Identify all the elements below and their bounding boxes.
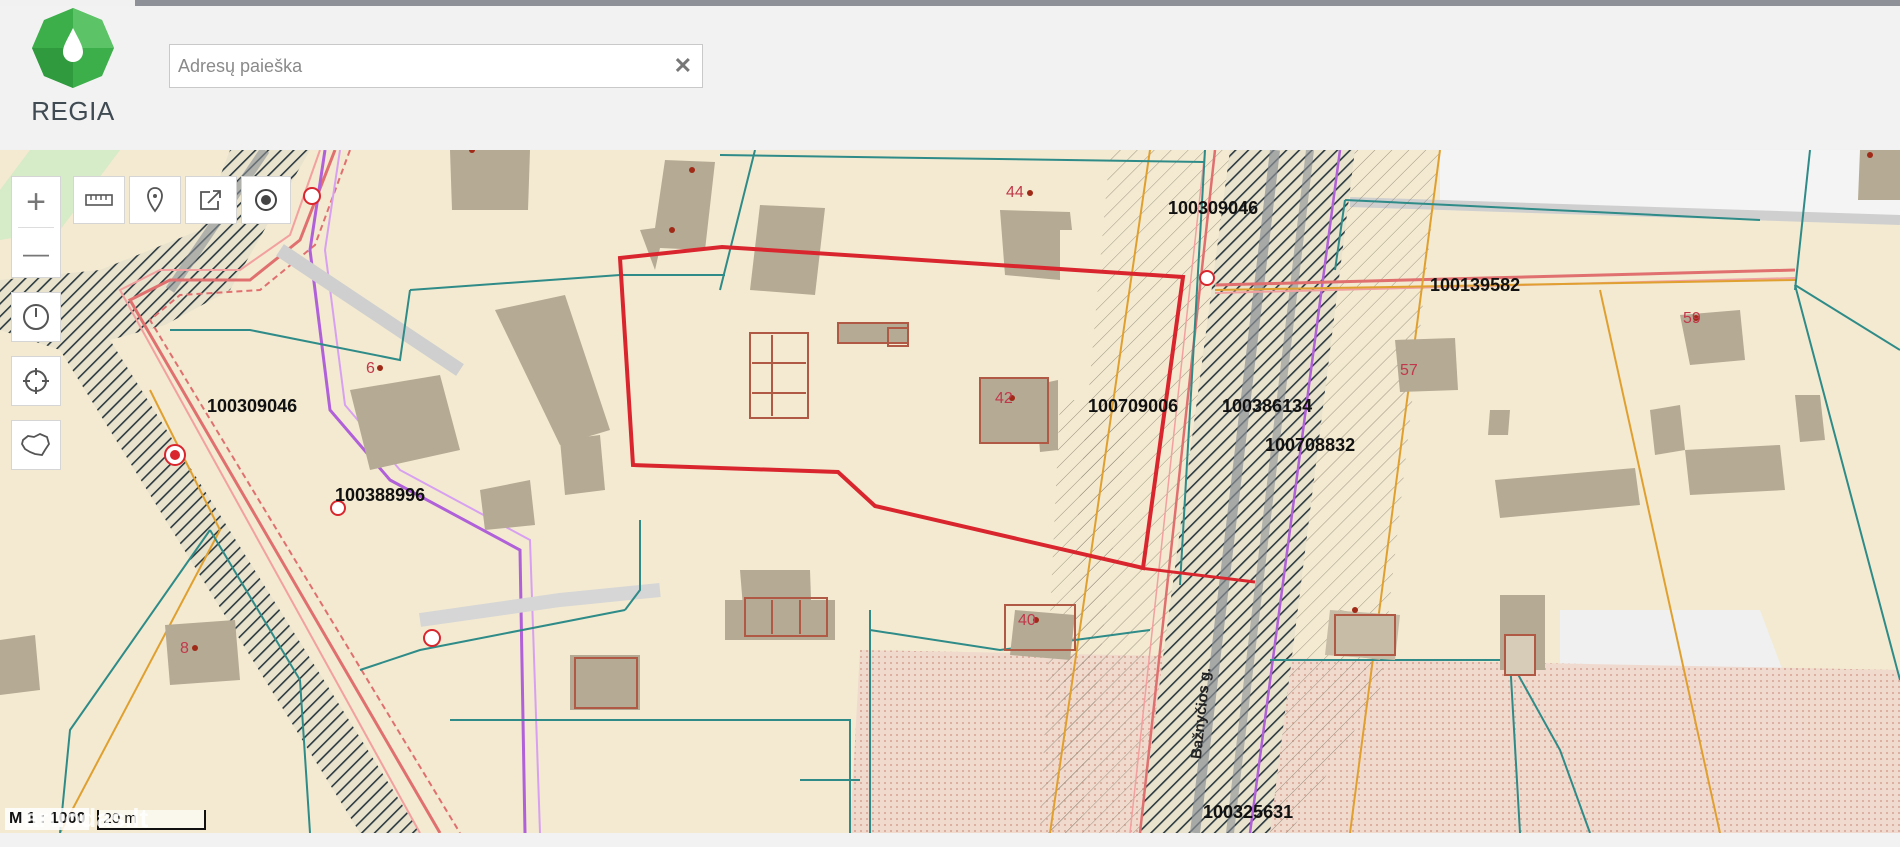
zoom-control: + —: [11, 176, 61, 278]
bottom-bar: [0, 833, 1900, 847]
house-number: 59: [1683, 310, 1701, 327]
regia-logo-icon: [32, 8, 114, 88]
crosshair-icon: [23, 368, 49, 394]
parcel-label: 100325631: [1203, 802, 1294, 822]
share-button[interactable]: [185, 176, 237, 224]
map-canvas[interactable]: [0, 150, 1900, 833]
history-button[interactable]: [11, 292, 61, 342]
parcel-label: 100388996: [335, 485, 426, 505]
parcel-label: 100309046: [1168, 198, 1259, 218]
parcel-label: 100386134: [1222, 396, 1313, 416]
ruler-icon: [85, 194, 113, 206]
parcel-label: 100139582: [1430, 275, 1521, 295]
clock-icon: [23, 304, 49, 330]
locate-button[interactable]: [241, 176, 291, 224]
clear-search-icon[interactable]: ✕: [674, 53, 692, 79]
center-button[interactable]: [11, 356, 61, 406]
house-number: 42: [995, 390, 1013, 407]
zoom-in-button[interactable]: +: [12, 177, 60, 227]
house-number: 57: [1400, 362, 1418, 379]
measure-button[interactable]: [73, 176, 125, 224]
header: REGIA ✕: [0, 6, 1900, 149]
map-view[interactable]: 100309046 100139582 100709006 100386134 …: [0, 150, 1900, 833]
parcel-label: 100309046: [207, 396, 298, 416]
parcel-label: 100708832: [1265, 435, 1356, 455]
lithuania-map-icon: [21, 433, 50, 456]
marker-button[interactable]: [129, 176, 181, 224]
house-number: 40: [1018, 612, 1036, 629]
parcel-label: 100709006: [1088, 396, 1179, 416]
share-export-icon: [200, 190, 221, 210]
app-name: REGIA: [31, 96, 115, 126]
regia-logo[interactable]: REGIA: [18, 6, 128, 131]
full-extent-button[interactable]: [11, 420, 61, 470]
house-number: 6: [366, 360, 375, 377]
address-search-input[interactable]: [170, 45, 658, 87]
map-pin-icon: [147, 187, 163, 213]
house-number: 8: [180, 640, 189, 657]
watermark: aruodas.lt: [24, 803, 149, 833]
locate-target-icon: [255, 189, 277, 211]
house-number: 44: [1006, 184, 1024, 201]
address-search: ✕: [169, 44, 703, 88]
zoom-out-button[interactable]: —: [12, 228, 60, 278]
